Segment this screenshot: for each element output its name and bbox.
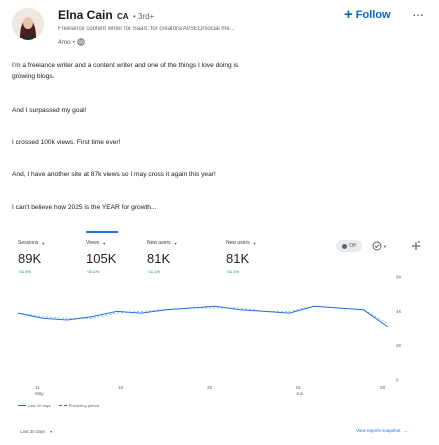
y-tick-label: 4K (396, 309, 402, 314)
legend-label: Preceding period (68, 403, 99, 408)
x-tick-label: 25 (207, 385, 213, 390)
snapshot-link-text: View reports snapshot (356, 428, 401, 433)
chart-y-ticks: 6K 4K 2K 0 (396, 275, 402, 383)
metric-label: Views ▼ (86, 240, 116, 246)
avatar-image (12, 8, 44, 40)
author-name[interactable]: Elna Cain CA • 3rd+ (58, 8, 154, 22)
x-tick-label: 08 (380, 385, 386, 390)
post-paragraph: And I surpassed my goal! (12, 107, 87, 114)
chart-series-layer (17, 305, 389, 328)
post-paragraph: I crossed 100k views. First time ever! (12, 139, 121, 146)
post-paragraph: I'm a freelance writer and a content wri… (12, 62, 239, 69)
toggle-knob (342, 243, 348, 249)
y-tick-label: 2K (396, 343, 402, 348)
author-name-text[interactable]: Elna Cain (58, 8, 113, 22)
chart-series-line (17, 305, 389, 328)
toggle-label: Off (349, 243, 356, 249)
metric-label-text: New users (147, 240, 171, 246)
x-tick-label: 18 (118, 385, 124, 390)
legend-label: Last 30 days (28, 403, 51, 408)
chart-x-ticks: 11May 18 25 01Jun 08 (35, 385, 386, 396)
follow-button[interactable]: + Follow (344, 6, 391, 24)
more-options-button[interactable]: ··· (412, 6, 432, 22)
chart-series-line (17, 305, 389, 324)
chevron-down-icon: ▼ (173, 240, 178, 246)
post-paragraph: And, I have another site at 87k views so… (12, 171, 216, 178)
post-header: Elna Cain CA • 3rd+ Freelance content wr… (0, 0, 439, 52)
metric-label: New users ▼ (226, 240, 257, 246)
x-tick-month-label: Jun (296, 391, 304, 396)
y-tick-label: 0 (396, 378, 399, 383)
post-time: 4mo • (58, 38, 85, 46)
post-paragraph: growing blogs. (12, 73, 55, 80)
follow-label: Follow (355, 9, 391, 21)
metric-label-text: Sessions (18, 240, 39, 246)
legend-item-current: Last 30 days (18, 403, 51, 408)
y-tick-label: 6K (396, 275, 402, 280)
metric-label-text: New users (226, 240, 250, 246)
metric-label-text: Views (86, 240, 100, 246)
x-tick-month-label: May (35, 391, 44, 396)
arrow-right-icon: → (403, 428, 408, 433)
time-ago-text: 4mo • (58, 38, 75, 46)
author-badge: CA (117, 12, 129, 21)
metric-label: Sessions ▼ (18, 240, 45, 246)
legend-item-previous: Preceding period (58, 403, 99, 408)
active-metric-indicator (86, 231, 118, 233)
view-snapshot-link[interactable]: View reports snapshot → (356, 428, 408, 433)
author-headline: Freelance content writer for SaaS: for c… (58, 26, 235, 32)
chevron-down-icon: ▼ (41, 240, 46, 246)
x-tick-label: 01 (296, 385, 302, 390)
post-paragraph: I can't believe how 2025 is the YEAR for… (12, 204, 157, 211)
chevron-down-icon: ▼ (252, 240, 257, 246)
chart-legend: Last 30 days Preceding period (18, 403, 99, 408)
chevron-down-icon: ▼ (383, 243, 387, 249)
date-range-select[interactable]: Last 30 days ▼ (20, 429, 53, 434)
date-range-label: Last 30 days (20, 429, 46, 434)
chevron-down-icon: ▼ (102, 240, 107, 246)
legend-swatch-dashed (58, 405, 67, 406)
avatar[interactable] (12, 8, 44, 40)
sessions-line-chart: 6K 4K 2K 0 11May 18 25 01Jun 08 (17, 275, 402, 396)
globe-icon (77, 38, 85, 46)
chevron-down-icon: ▼ (49, 429, 53, 434)
x-tick-label: 11 (35, 385, 40, 390)
legend-swatch-solid (18, 405, 26, 406)
plus-icon: + (344, 6, 353, 23)
connection-degree: • 3rd+ (132, 12, 155, 21)
metric-label: New users ▼ (147, 240, 178, 246)
